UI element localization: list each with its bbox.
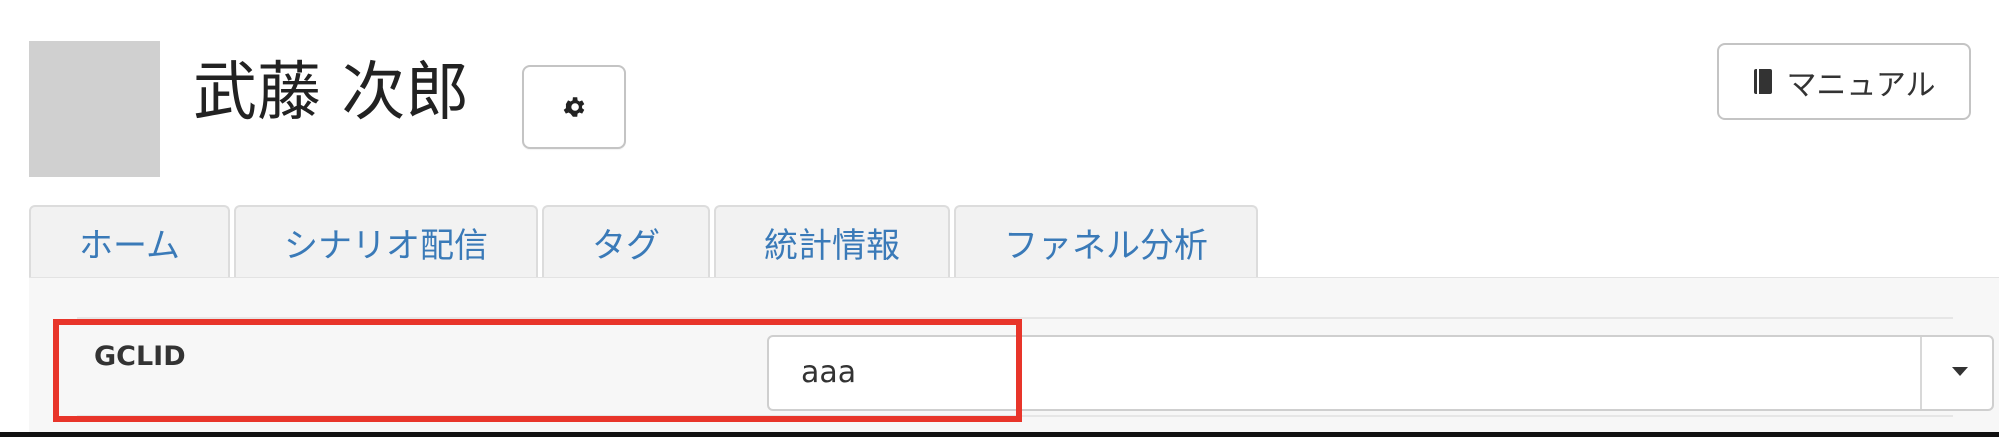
- gclid-select[interactable]: aaa: [767, 335, 1994, 411]
- tab-scenario-delivery[interactable]: シナリオ配信: [233, 205, 538, 277]
- gear-icon: [561, 94, 587, 120]
- manual-button[interactable]: マニュアル: [1717, 43, 1971, 120]
- user-name: 武藤 次郎: [193, 56, 470, 130]
- chevron-down-icon[interactable]: [1952, 367, 1968, 376]
- settings-button[interactable]: [522, 65, 626, 149]
- manual-label: マニュアル: [1786, 67, 1936, 103]
- gclid-select-value: aaa: [801, 355, 857, 390]
- tab-home[interactable]: ホーム: [29, 205, 230, 277]
- gclid-form-row: GCLID aaa: [77, 317, 1994, 417]
- tab-funnel-analysis[interactable]: ファネル分析: [953, 205, 1258, 277]
- avatar: [29, 41, 160, 177]
- select-divider: [1920, 337, 1922, 409]
- book-icon: [1752, 68, 1774, 96]
- bottom-edge: [0, 432, 1999, 437]
- tab-statistics[interactable]: 統計情報: [713, 205, 950, 277]
- gclid-label: GCLID: [94, 341, 186, 372]
- tab-bar: ホーム シナリオ配信 タグ 統計情報 ファネル分析: [29, 205, 1262, 277]
- tab-tags[interactable]: タグ: [541, 205, 710, 277]
- tab-content-panel: GCLID aaa: [29, 277, 1999, 437]
